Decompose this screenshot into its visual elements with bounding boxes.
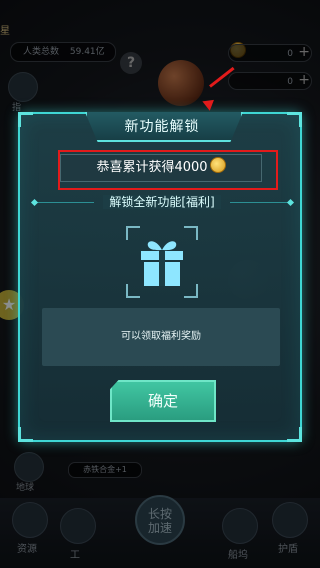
frame-corner [184,284,198,298]
description-box: 可以领取福利奖励 [42,308,280,366]
corner-ornament [287,427,302,442]
feature-unlock-dialog: 新功能解锁 恭喜累计获得4000 解锁全新功能[福利] 可以领取福利奖励 确定 [18,112,302,442]
corner-ornament [287,112,302,127]
frame-corner [184,226,198,240]
section-title-text: 解锁全新功能[福利] [103,195,221,209]
gift-icon [141,241,183,286]
section-title: 解锁全新功能[福利] [20,193,304,210]
corner-ornament [18,427,33,442]
dialog-title: 新功能解锁 [124,119,200,135]
description-text: 可以领取福利奖励 [121,331,201,342]
confirm-button[interactable]: 确定 [110,380,216,422]
gift-frame [126,226,198,298]
corner-ornament [18,112,33,127]
highlight-frame [58,150,278,190]
